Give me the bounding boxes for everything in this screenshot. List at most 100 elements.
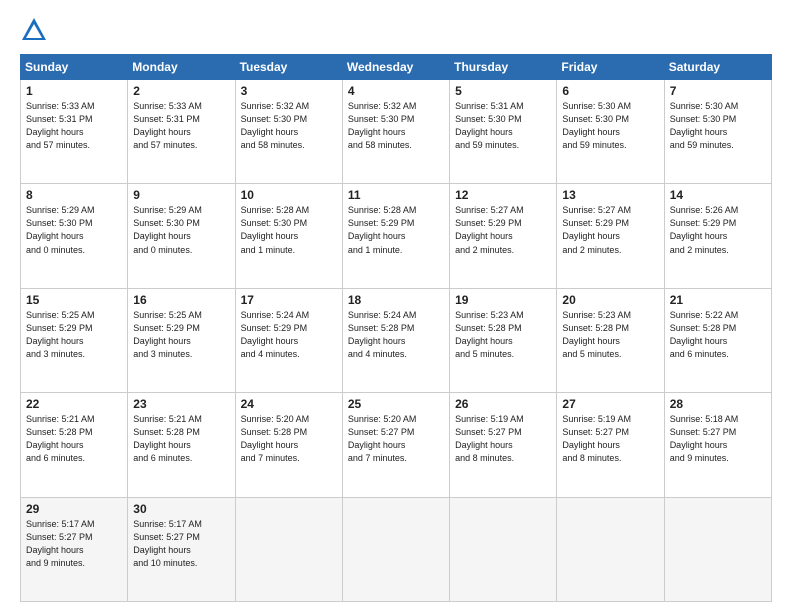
table-row: 16 Sunrise: 5:25 AMSunset: 5:29 PMDayligh… xyxy=(128,288,235,392)
calendar-week-row: 22 Sunrise: 5:21 AMSunset: 5:28 PMDayligh… xyxy=(21,393,772,497)
day-info: Sunrise: 5:30 AMSunset: 5:30 PMDaylight … xyxy=(670,100,766,152)
calendar-week-row: 8 Sunrise: 5:29 AMSunset: 5:30 PMDaylight… xyxy=(21,184,772,288)
header-wednesday: Wednesday xyxy=(342,55,449,80)
day-info: Sunrise: 5:29 AMSunset: 5:30 PMDaylight … xyxy=(133,204,229,256)
day-number: 5 xyxy=(455,84,551,98)
header-friday: Friday xyxy=(557,55,664,80)
day-info: Sunrise: 5:28 AMSunset: 5:30 PMDaylight … xyxy=(241,204,337,256)
table-row: 30Sunrise: 5:17 AMSunset: 5:27 PMDayligh… xyxy=(128,497,235,601)
table-row: 29 Sunrise: 5:17 AMSunset: 5:27 PMDayligh… xyxy=(21,497,128,601)
day-info: Sunrise: 5:28 AMSunset: 5:29 PMDaylight … xyxy=(348,204,444,256)
table-row: 24Sunrise: 5:20 AMSunset: 5:28 PMDayligh… xyxy=(235,393,342,497)
table-row xyxy=(450,497,557,601)
day-info: Sunrise: 5:21 AMSunset: 5:28 PMDaylight … xyxy=(133,413,229,465)
calendar-page: Sunday Monday Tuesday Wednesday Thursday… xyxy=(0,0,792,612)
day-number: 9 xyxy=(133,188,229,202)
table-row: 21Sunrise: 5:22 AMSunset: 5:28 PMDayligh… xyxy=(664,288,771,392)
day-number: 25 xyxy=(348,397,444,411)
table-row: 7 Sunrise: 5:30 AMSunset: 5:30 PMDaylight… xyxy=(664,80,771,184)
day-number: 20 xyxy=(562,293,658,307)
header xyxy=(20,16,772,44)
day-number: 10 xyxy=(241,188,337,202)
day-info: Sunrise: 5:18 AMSunset: 5:27 PMDaylight … xyxy=(670,413,766,465)
table-row: 5 Sunrise: 5:31 AMSunset: 5:30 PMDaylight… xyxy=(450,80,557,184)
day-info: Sunrise: 5:33 AMSunset: 5:31 PMDaylight … xyxy=(26,100,122,152)
day-number: 17 xyxy=(241,293,337,307)
table-row: 11 Sunrise: 5:28 AMSunset: 5:29 PMDayligh… xyxy=(342,184,449,288)
day-info: Sunrise: 5:27 AMSunset: 5:29 PMDaylight … xyxy=(455,204,551,256)
header-saturday: Saturday xyxy=(664,55,771,80)
day-number: 29 xyxy=(26,502,122,516)
logo xyxy=(20,16,52,44)
table-row: 25 Sunrise: 5:20 AMSunset: 5:27 PMDayligh… xyxy=(342,393,449,497)
calendar-week-row: 29 Sunrise: 5:17 AMSunset: 5:27 PMDayligh… xyxy=(21,497,772,601)
day-info: Sunrise: 5:29 AMSunset: 5:30 PMDaylight … xyxy=(26,204,122,256)
calendar-header-row: Sunday Monday Tuesday Wednesday Thursday… xyxy=(21,55,772,80)
day-number: 8 xyxy=(26,188,122,202)
table-row: 3Sunrise: 5:32 AMSunset: 5:30 PMDaylight… xyxy=(235,80,342,184)
calendar-table: Sunday Monday Tuesday Wednesday Thursday… xyxy=(20,54,772,602)
logo-icon xyxy=(20,16,48,44)
table-row: 14Sunrise: 5:26 AMSunset: 5:29 PMDayligh… xyxy=(664,184,771,288)
table-row: 19 Sunrise: 5:23 AMSunset: 5:28 PMDayligh… xyxy=(450,288,557,392)
table-row xyxy=(557,497,664,601)
day-number: 30 xyxy=(133,502,229,516)
day-number: 3 xyxy=(241,84,337,98)
day-info: Sunrise: 5:27 AMSunset: 5:29 PMDaylight … xyxy=(562,204,658,256)
table-row: 6 Sunrise: 5:30 AMSunset: 5:30 PMDaylight… xyxy=(557,80,664,184)
calendar-week-row: 1 Sunrise: 5:33 AMSunset: 5:31 PMDaylight… xyxy=(21,80,772,184)
day-info: Sunrise: 5:30 AMSunset: 5:30 PMDaylight … xyxy=(562,100,658,152)
table-row: 9 Sunrise: 5:29 AMSunset: 5:30 PMDaylight… xyxy=(128,184,235,288)
table-row: 18 Sunrise: 5:24 AMSunset: 5:28 PMDayligh… xyxy=(342,288,449,392)
table-row: 17 Sunrise: 5:24 AMSunset: 5:29 PMDayligh… xyxy=(235,288,342,392)
day-info: Sunrise: 5:20 AMSunset: 5:27 PMDaylight … xyxy=(348,413,444,465)
table-row: 20 Sunrise: 5:23 AMSunset: 5:28 PMDayligh… xyxy=(557,288,664,392)
table-row: 22 Sunrise: 5:21 AMSunset: 5:28 PMDayligh… xyxy=(21,393,128,497)
day-info: Sunrise: 5:23 AMSunset: 5:28 PMDaylight … xyxy=(455,309,551,361)
day-number: 1 xyxy=(26,84,122,98)
table-row: 4Sunrise: 5:32 AMSunset: 5:30 PMDaylight… xyxy=(342,80,449,184)
day-info: Sunrise: 5:19 AMSunset: 5:27 PMDaylight … xyxy=(455,413,551,465)
day-info: Sunrise: 5:21 AMSunset: 5:28 PMDaylight … xyxy=(26,413,122,465)
day-number: 22 xyxy=(26,397,122,411)
day-info: Sunrise: 5:24 AMSunset: 5:29 PMDaylight … xyxy=(241,309,337,361)
day-info: Sunrise: 5:19 AMSunset: 5:27 PMDaylight … xyxy=(562,413,658,465)
day-number: 13 xyxy=(562,188,658,202)
day-info: Sunrise: 5:23 AMSunset: 5:28 PMDaylight … xyxy=(562,309,658,361)
table-row: 1 Sunrise: 5:33 AMSunset: 5:31 PMDaylight… xyxy=(21,80,128,184)
table-row: 10 Sunrise: 5:28 AMSunset: 5:30 PMDayligh… xyxy=(235,184,342,288)
day-info: Sunrise: 5:32 AMSunset: 5:30 PMDaylight … xyxy=(348,100,444,152)
day-info: Sunrise: 5:25 AMSunset: 5:29 PMDaylight … xyxy=(133,309,229,361)
day-number: 6 xyxy=(562,84,658,98)
day-info: Sunrise: 5:26 AMSunset: 5:29 PMDaylight … xyxy=(670,204,766,256)
day-number: 11 xyxy=(348,188,444,202)
header-tuesday: Tuesday xyxy=(235,55,342,80)
day-number: 18 xyxy=(348,293,444,307)
day-info: Sunrise: 5:31 AMSunset: 5:30 PMDaylight … xyxy=(455,100,551,152)
day-number: 2 xyxy=(133,84,229,98)
table-row: 23 Sunrise: 5:21 AMSunset: 5:28 PMDayligh… xyxy=(128,393,235,497)
day-info: Sunrise: 5:33 AMSunset: 5:31 PMDaylight … xyxy=(133,100,229,152)
day-number: 7 xyxy=(670,84,766,98)
header-monday: Monday xyxy=(128,55,235,80)
day-info: Sunrise: 5:22 AMSunset: 5:28 PMDaylight … xyxy=(670,309,766,361)
table-row xyxy=(235,497,342,601)
day-number: 23 xyxy=(133,397,229,411)
table-row: 27Sunrise: 5:19 AMSunset: 5:27 PMDayligh… xyxy=(557,393,664,497)
day-number: 24 xyxy=(241,397,337,411)
day-number: 16 xyxy=(133,293,229,307)
table-row: 13 Sunrise: 5:27 AMSunset: 5:29 PMDayligh… xyxy=(557,184,664,288)
table-row: 2 Sunrise: 5:33 AMSunset: 5:31 PMDaylight… xyxy=(128,80,235,184)
table-row: 12 Sunrise: 5:27 AMSunset: 5:29 PMDayligh… xyxy=(450,184,557,288)
day-number: 15 xyxy=(26,293,122,307)
day-info: Sunrise: 5:25 AMSunset: 5:29 PMDaylight … xyxy=(26,309,122,361)
table-row xyxy=(664,497,771,601)
day-info: Sunrise: 5:17 AMSunset: 5:27 PMDaylight … xyxy=(26,518,122,570)
day-number: 12 xyxy=(455,188,551,202)
table-row: 8 Sunrise: 5:29 AMSunset: 5:30 PMDaylight… xyxy=(21,184,128,288)
day-info: Sunrise: 5:24 AMSunset: 5:28 PMDaylight … xyxy=(348,309,444,361)
table-row: 26Sunrise: 5:19 AMSunset: 5:27 PMDayligh… xyxy=(450,393,557,497)
day-number: 19 xyxy=(455,293,551,307)
table-row xyxy=(342,497,449,601)
table-row: 15 Sunrise: 5:25 AMSunset: 5:29 PMDayligh… xyxy=(21,288,128,392)
